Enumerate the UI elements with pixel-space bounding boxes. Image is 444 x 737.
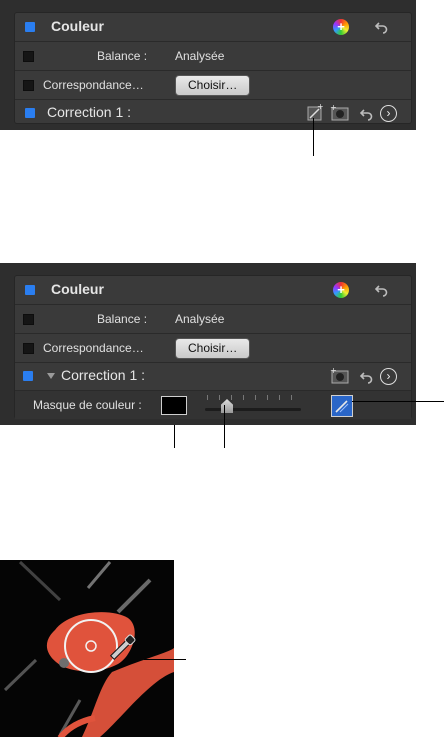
- slider-ticks: [207, 395, 299, 401]
- section-title: Couleur: [51, 281, 104, 297]
- mask-slider-track[interactable]: [205, 408, 301, 411]
- choose-button[interactable]: Choisir…: [175, 338, 251, 359]
- chevron-right-icon[interactable]: ›: [380, 105, 397, 122]
- correction-row: Correction 1 : + ›: [15, 362, 411, 391]
- mask-row: Masque de couleur :: [15, 391, 411, 419]
- color-header-row: Couleur +: [15, 276, 411, 305]
- plus-color-icon[interactable]: +: [333, 19, 349, 35]
- inspector-panel-1: Couleur + Balance : Analysée Corresponda…: [0, 0, 416, 130]
- svg-text:+: +: [330, 366, 337, 375]
- svg-text:+: +: [330, 103, 337, 112]
- match-checkbox[interactable]: [23, 80, 34, 91]
- match-label: Correspondance…: [43, 341, 144, 355]
- balance-label: Balance :: [97, 312, 148, 326]
- plus-color-icon[interactable]: +: [333, 282, 349, 298]
- section-title: Couleur: [51, 18, 104, 34]
- correction-title: Correction 1 :: [47, 104, 132, 120]
- magic-wand-glyph: [335, 400, 349, 413]
- choose-button[interactable]: Choisir…: [175, 75, 251, 96]
- mask-color-swatch[interactable]: [161, 396, 187, 415]
- match-checkbox[interactable]: [23, 343, 34, 354]
- inspector-panel-2: Couleur + Balance : Analysée Corresponda…: [0, 263, 416, 425]
- match-row: Correspondance… Choisir…: [15, 71, 411, 100]
- undo-icon[interactable]: [375, 20, 389, 34]
- color-section-2: Couleur + Balance : Analysée Corresponda…: [14, 275, 412, 419]
- undo-icon[interactable]: [375, 283, 389, 297]
- balance-row: Balance : Analysée: [15, 305, 411, 334]
- magic-wand-icon[interactable]: [331, 395, 353, 417]
- balance-value: Analysée: [175, 49, 225, 63]
- correction-row: Correction 1 : + + ›: [15, 99, 411, 127]
- correction-enable-checkbox[interactable]: [25, 108, 35, 118]
- callout-line-2: [174, 425, 175, 448]
- correction-title: Correction 1 :: [61, 367, 146, 383]
- balance-value: Analysée: [175, 312, 225, 326]
- chevron-right-icon[interactable]: ›: [380, 368, 397, 385]
- mask-shape-icon[interactable]: +: [329, 366, 351, 386]
- match-row: Correspondance… Choisir…: [15, 334, 411, 363]
- color-section-1: Couleur + Balance : Analysée Corresponda…: [14, 12, 412, 124]
- viewer-image: [0, 560, 174, 737]
- undo-icon[interactable]: [360, 370, 374, 384]
- magic-wand-icon[interactable]: +: [305, 103, 325, 123]
- mask-label: Masque de couleur :: [33, 398, 142, 412]
- mask-slider-knob[interactable]: [221, 399, 233, 413]
- callout-line-4: [352, 401, 444, 402]
- balance-row: Balance : Analysée: [15, 42, 411, 71]
- balance-checkbox[interactable]: [23, 51, 34, 62]
- masked-image: [3, 560, 174, 737]
- undo-icon[interactable]: [360, 107, 374, 121]
- balance-label: Balance :: [97, 49, 148, 63]
- balance-checkbox[interactable]: [23, 314, 34, 325]
- correction-enable-checkbox[interactable]: [23, 371, 33, 381]
- mask-shape-icon[interactable]: +: [329, 103, 351, 123]
- callout-line-3: [224, 405, 225, 448]
- callout-line-5: [144, 659, 186, 660]
- callout-line-1: [313, 118, 314, 156]
- match-label: Correspondance…: [43, 78, 144, 92]
- disclosure-triangle-icon[interactable]: [47, 373, 55, 379]
- enable-checkbox[interactable]: [25, 22, 35, 32]
- enable-checkbox[interactable]: [25, 285, 35, 295]
- color-header-row: Couleur +: [15, 13, 411, 42]
- svg-text:+: +: [317, 103, 324, 111]
